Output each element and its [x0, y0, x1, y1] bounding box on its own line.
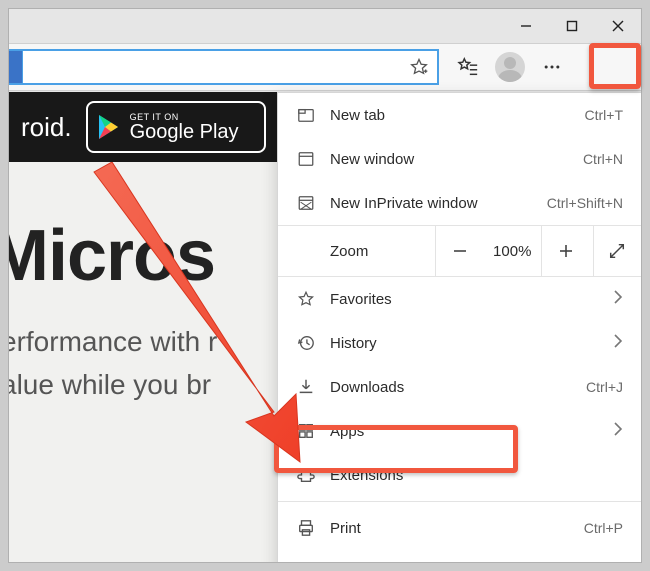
menu-downloads[interactable]: Downloads Ctrl+J: [278, 365, 641, 409]
menu-new-inprivate[interactable]: New InPrivate window Ctrl+Shift+N: [278, 181, 641, 225]
google-play-big: Google Play: [130, 122, 239, 142]
minimize-icon: [520, 20, 532, 32]
menu-item-shortcut: Ctrl+T: [585, 107, 624, 123]
banner-text: roid.: [21, 112, 72, 143]
menu-item-shortcut: Ctrl+N: [583, 151, 623, 167]
zoom-value: 100%: [483, 243, 541, 260]
profile-button[interactable]: [495, 52, 525, 82]
menu-apps[interactable]: Apps: [278, 409, 641, 453]
apps-icon: [292, 422, 320, 440]
zoom-in-button[interactable]: [541, 225, 589, 277]
window-titlebar: [9, 9, 641, 43]
google-play-badge[interactable]: GET IT ON Google Play: [86, 101, 266, 153]
menu-history[interactable]: History: [278, 321, 641, 365]
menu-item-shortcut: Ctrl+P: [584, 520, 623, 536]
history-icon: [292, 334, 320, 352]
zoom-label: Zoom: [330, 243, 435, 260]
menu-new-tab[interactable]: New tab Ctrl+T: [278, 93, 641, 137]
menu-new-window[interactable]: New window Ctrl+N: [278, 137, 641, 181]
google-play-icon: [98, 114, 120, 140]
fullscreen-icon: [608, 242, 626, 260]
add-favorite-button[interactable]: [401, 49, 437, 85]
settings-menu: New tab Ctrl+T New window Ctrl+N New InP…: [277, 92, 642, 563]
print-icon: [292, 519, 320, 537]
close-icon: [612, 20, 624, 32]
fullscreen-button[interactable]: [593, 225, 641, 277]
minus-icon: [452, 243, 468, 259]
window-close-button[interactable]: [595, 9, 641, 43]
chevron-right-icon: [613, 290, 623, 308]
menu-item-label: Downloads: [320, 379, 586, 396]
new-tab-icon: [292, 106, 320, 124]
menu-print[interactable]: Print Ctrl+P: [278, 506, 641, 550]
google-play-label: GET IT ON Google Play: [130, 113, 239, 142]
address-selection-indicator: [9, 51, 23, 83]
browser-toolbar: [9, 43, 641, 91]
menu-item-label: Favorites: [320, 291, 613, 308]
menu-item-label: New tab: [320, 107, 585, 124]
settings-more-button[interactable]: [531, 46, 573, 88]
window-minimize-button[interactable]: [503, 9, 549, 43]
address-bar[interactable]: [9, 49, 439, 85]
plus-icon: [558, 243, 574, 259]
menu-item-label: Apps: [320, 423, 613, 440]
favorites-list-button[interactable]: [447, 46, 489, 88]
menu-item-label: History: [320, 335, 613, 352]
maximize-icon: [566, 20, 578, 32]
menu-separator: [278, 501, 641, 502]
extensions-icon: [292, 466, 320, 484]
chevron-right-icon: [613, 334, 623, 352]
star-icon: [292, 290, 320, 308]
menu-item-label: New window: [320, 151, 583, 168]
star-add-icon: [409, 57, 429, 77]
inprivate-icon: [292, 194, 320, 212]
menu-item-shortcut: Ctrl+J: [586, 379, 623, 395]
menu-item-label: Extensions: [320, 467, 623, 484]
window-maximize-button[interactable]: [549, 9, 595, 43]
menu-favorites[interactable]: Favorites: [278, 277, 641, 321]
star-list-icon: [457, 56, 479, 78]
zoom-out-button[interactable]: [435, 225, 483, 277]
more-icon: [542, 57, 562, 77]
chevron-right-icon: [613, 422, 623, 440]
download-icon: [292, 378, 320, 396]
menu-extensions[interactable]: Extensions: [278, 453, 641, 497]
menu-item-label: New InPrivate window: [320, 195, 547, 212]
browser-window: roid. GET IT ON Google Play Micros: [8, 8, 642, 563]
new-window-icon: [292, 150, 320, 168]
menu-item-shortcut: Ctrl+Shift+N: [547, 195, 623, 211]
menu-item-label: Print: [320, 520, 584, 537]
menu-zoom-row: Zoom 100%: [278, 225, 641, 277]
